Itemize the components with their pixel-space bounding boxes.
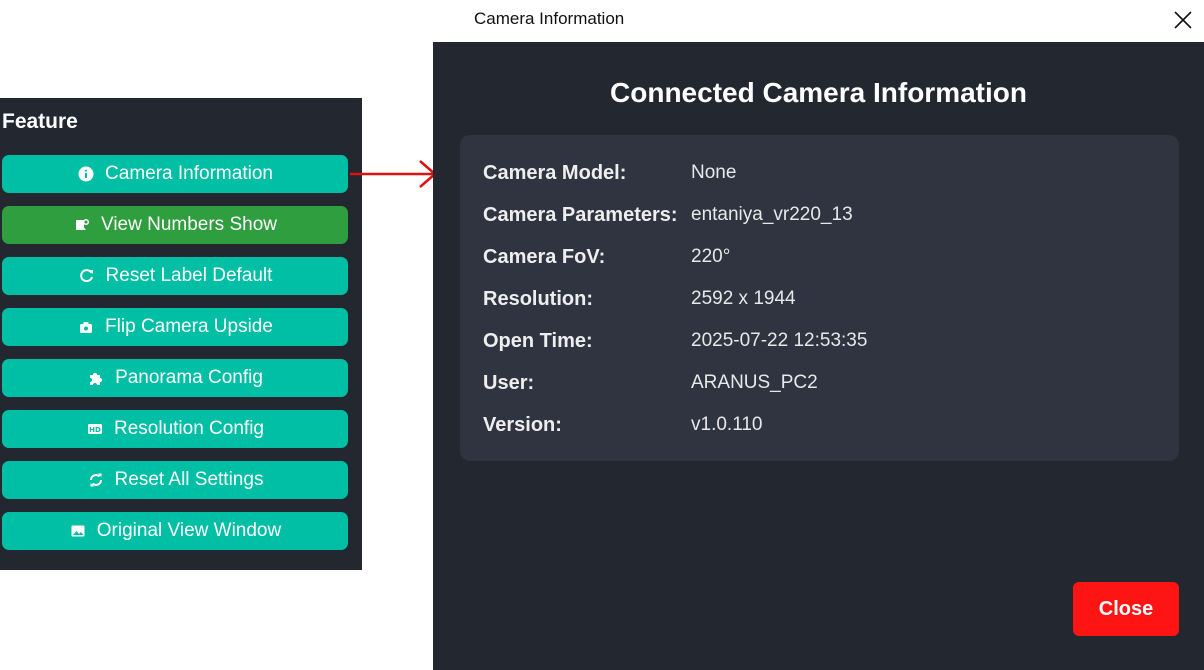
info-icon [77, 165, 95, 183]
info-card: Camera Model: None Camera Parameters: en… [460, 135, 1179, 461]
info-value: 2592 x 1944 [691, 288, 796, 309]
window-close-button[interactable] [1170, 7, 1196, 33]
svg-text:HD: HD [89, 426, 101, 434]
info-row-version: Version: v1.0.110 [483, 410, 762, 440]
info-value: v1.0.110 [691, 414, 763, 435]
resolution-config-label: Resolution Config [114, 418, 264, 439]
info-row-user: User: ARANUS_PC2 [483, 368, 818, 398]
info-row-resolution: Resolution: 2592 x 1944 [483, 284, 796, 314]
image-tag-icon [73, 216, 91, 234]
info-label: Open Time: [483, 329, 593, 352]
info-value: 2025-07-22 12:53:35 [691, 330, 868, 351]
puzzle-icon [87, 369, 105, 387]
info-label: User: [483, 371, 535, 394]
flip-camera-upside-label: Flip Camera Upside [105, 316, 273, 337]
info-row-open-time: Open Time: 2025-07-22 12:53:35 [483, 326, 867, 356]
info-label: Camera Parameters: [483, 203, 678, 226]
info-label: Camera Model: [483, 161, 627, 184]
info-row-camera-model: Camera Model: None [483, 158, 736, 188]
info-value: None [691, 162, 737, 183]
panorama-config-label: Panorama Config [115, 367, 263, 388]
camera-information-label: Camera Information [105, 163, 273, 184]
panorama-config-button[interactable]: Panorama Config [2, 359, 348, 397]
close-button[interactable]: Close [1073, 582, 1179, 636]
info-value: ARANUS_PC2 [691, 372, 818, 393]
feature-title: Feature [2, 110, 78, 133]
info-label: Resolution: [483, 287, 593, 310]
info-label: Camera FoV: [483, 245, 606, 268]
camera-flip-icon [77, 318, 95, 336]
view-numbers-show-button[interactable]: View Numbers Show [2, 206, 348, 244]
reset-label-default-button[interactable]: Reset Label Default [2, 257, 348, 295]
flip-camera-upside-button[interactable]: Flip Camera Upside [2, 308, 348, 346]
refresh-icon [78, 267, 96, 285]
original-view-window-label: Original View Window [96, 520, 282, 541]
info-label: Version: [483, 413, 562, 436]
red-arrow-icon [350, 160, 437, 188]
info-value: entaniya_vr220_13 [691, 204, 853, 225]
camera-information-button[interactable]: Camera Information [2, 155, 348, 193]
hd-icon: HD [86, 420, 104, 438]
reset-all-settings-label: Reset All Settings [114, 469, 264, 490]
dialog-heading: Connected Camera Information [610, 77, 1027, 108]
dialog-body: Connected Camera Information Camera Mode… [433, 42, 1204, 670]
info-row-camera-parameters: Camera Parameters: entaniya_vr220_13 [483, 200, 853, 230]
dialog-window-title: Camera Information [474, 9, 625, 28]
feature-panel: Feature Camera Information View Numbers … [0, 98, 362, 570]
resolution-config-button[interactable]: HD Resolution Config [2, 410, 348, 448]
reset-all-settings-button[interactable]: Reset All Settings [2, 461, 348, 499]
dialog-titlebar: Camera Information [433, 0, 1204, 42]
view-numbers-show-label: View Numbers Show [100, 214, 277, 235]
close-icon [1174, 11, 1192, 29]
reset-label-default-label: Reset Label Default [105, 265, 273, 286]
original-view-window-button[interactable]: Original View Window [2, 512, 348, 550]
info-value: 220° [691, 246, 731, 267]
image-icon [69, 522, 87, 540]
info-row-camera-fov: Camera FoV: 220° [483, 242, 730, 272]
sync-icon [87, 471, 105, 489]
